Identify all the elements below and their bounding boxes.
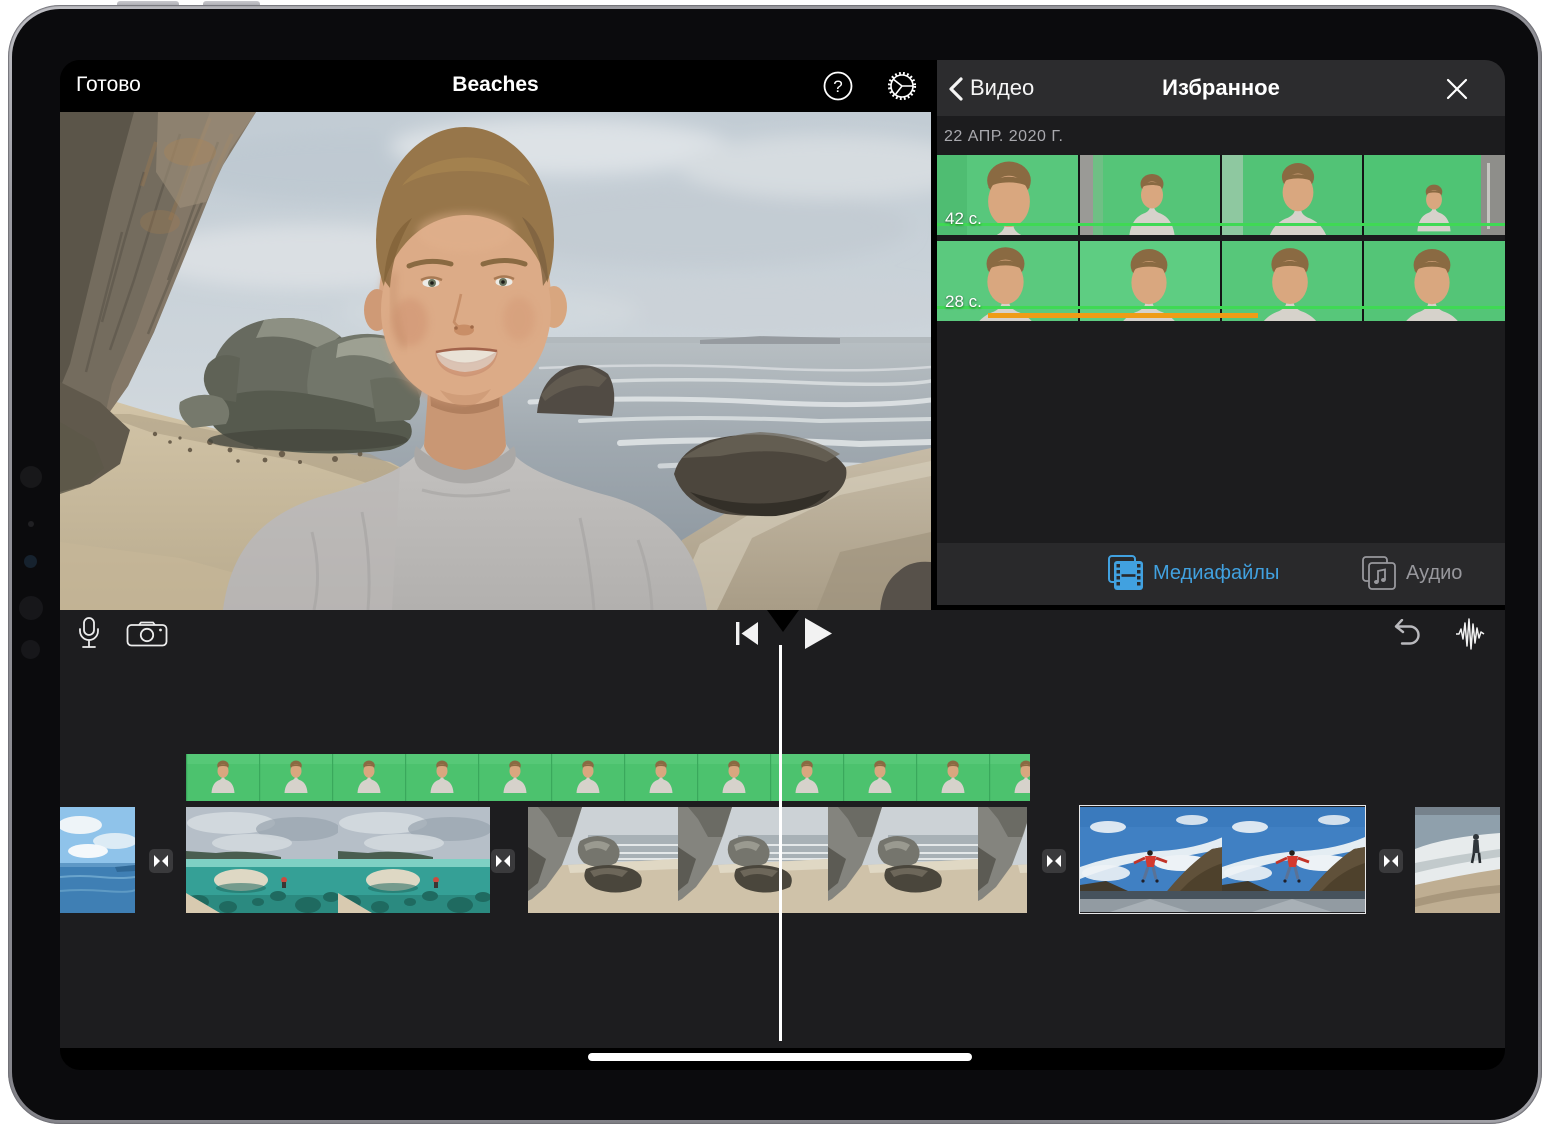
- svg-text:?: ?: [833, 77, 842, 96]
